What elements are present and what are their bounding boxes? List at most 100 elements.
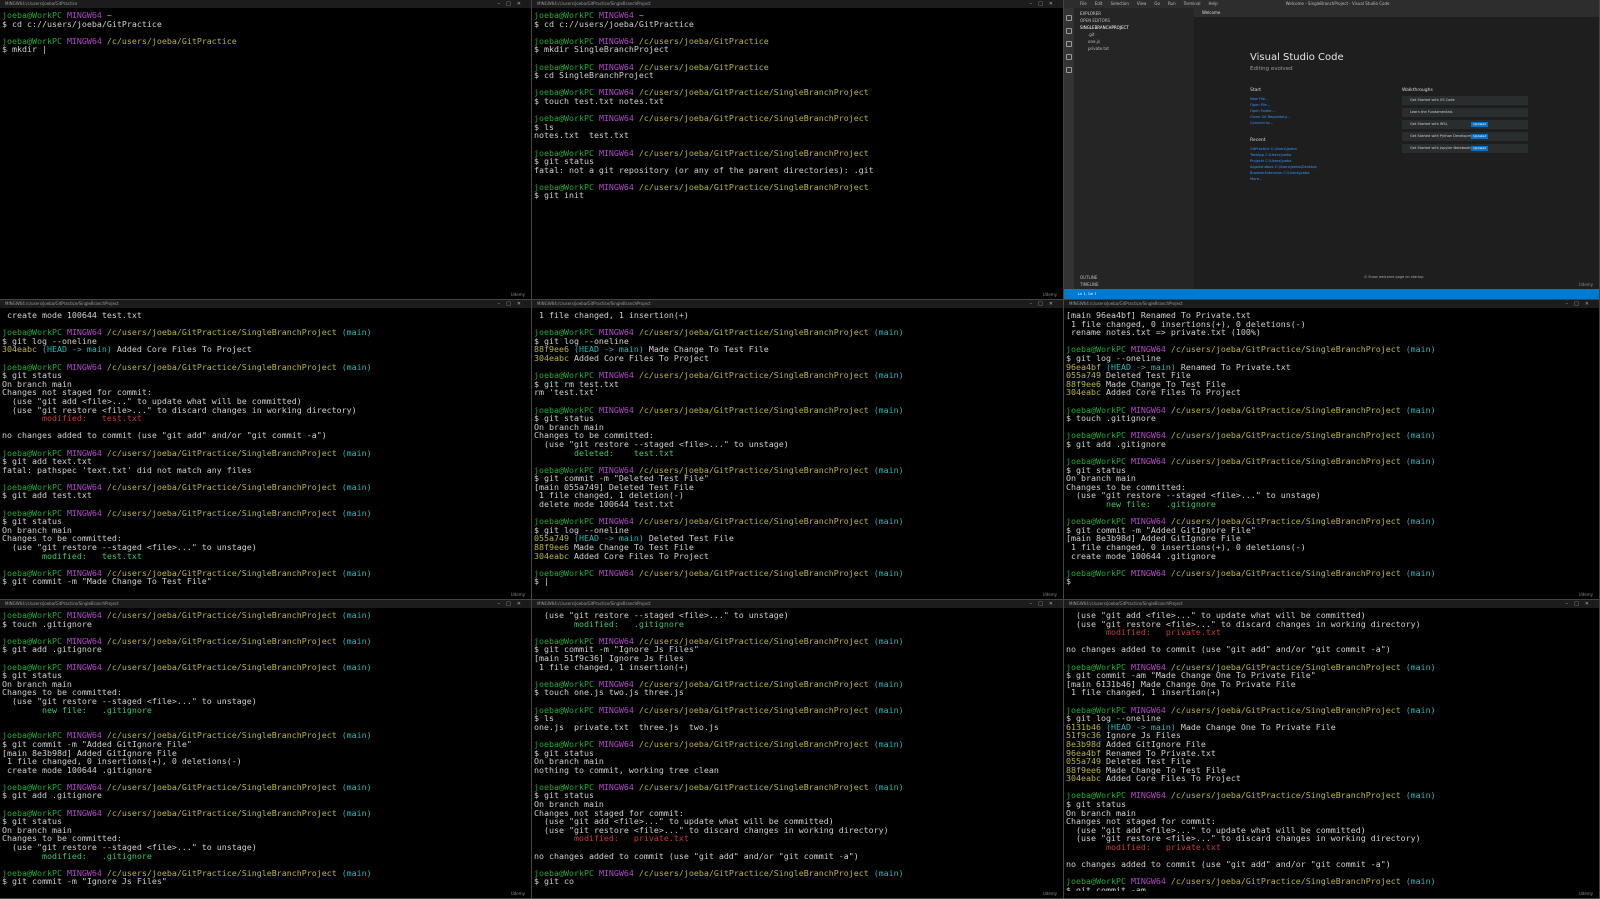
terminal-window-9[interactable]: MINGW64:/c/users/joeba/GitPractice/Singl… — [1064, 600, 1600, 899]
terminal-titlebar[interactable]: MINGW64:/c/users/joeba/GitPractice –□✕ — [0, 0, 531, 8]
window-title: MINGW64:/c/users/joeba/GitPractice/Singl… — [5, 601, 119, 606]
window-controls[interactable]: –□✕ — [1030, 300, 1059, 308]
walkthrough-item[interactable]: Get Started with WSL Updated — [1402, 120, 1528, 129]
terminal-output[interactable]: (use "git restore --staged <file>..." to… — [532, 608, 1063, 891]
menu-item-help[interactable]: Help — [1209, 1, 1218, 6]
window-controls[interactable]: –□✕ — [1030, 600, 1059, 608]
file-item[interactable]: private.txt — [1074, 45, 1194, 52]
terminal-text: fatal: pathspec 'text.txt' did not match… — [2, 464, 252, 475]
window-controls[interactable]: –□✕ — [1566, 600, 1595, 608]
recent-more-link[interactable]: More... — [1250, 176, 1317, 182]
terminal-titlebar[interactable]: MINGW64:/c/users/joeba/GitPractice/Singl… — [532, 300, 1063, 308]
terminal-text: no changes added to commit (use "git add… — [534, 850, 859, 861]
outline-section[interactable]: OUTLINE — [1074, 274, 1103, 281]
terminal-text: Made Change One To Private File — [1175, 721, 1336, 732]
extensions-icon[interactable] — [1066, 67, 1072, 73]
status-bar[interactable]: Ln 1, Col 1 — [1064, 289, 1599, 299]
menu-item-view[interactable]: View — [1137, 1, 1147, 6]
explorer-icon[interactable] — [1066, 15, 1072, 21]
search-icon[interactable] — [1066, 28, 1072, 34]
terminal-text: $ cd SingleBranchProject — [534, 70, 654, 81]
project-folder[interactable]: SINGLEBRANCHPROJECT — [1074, 24, 1194, 31]
timeline-section[interactable]: TIMELINE — [1074, 281, 1105, 288]
source-control-icon[interactable] — [1066, 41, 1072, 47]
connect-link[interactable]: Connect to... — [1250, 120, 1290, 126]
terminal-output[interactable]: [main 96ea4bf] Renamed To Private.txt 1 … — [1064, 308, 1599, 592]
terminal-window-1[interactable]: MINGW64:/c/users/joeba/GitPractice –□✕ jo… — [0, 0, 532, 300]
terminal-text: /c/users/joeba/GitPractice/SingleBranchP… — [106, 781, 342, 792]
terminal-line: $ git status — [1066, 465, 1597, 475]
terminal-window-8[interactable]: MINGW64:/c/users/joeba/GitPractice/Singl… — [532, 600, 1064, 899]
terminal-text: (main) — [873, 567, 904, 578]
activity-bar[interactable] — [1064, 8, 1074, 289]
terminal-titlebar[interactable]: MINGW64:/c/users/joeba/GitPractice/Singl… — [0, 600, 531, 608]
window-controls[interactable]: –□✕ — [498, 300, 527, 308]
file-item[interactable]: one.js — [1074, 38, 1194, 45]
terminal-output[interactable]: joeba@WorkPC MINGW64 ~ $ cd c://users/joe… — [532, 8, 1063, 292]
terminal-output[interactable]: create mode 100644 test.txt joeba@WorkPC … — [0, 308, 531, 592]
walkthrough-item[interactable]: Get Started with Jupyter Notebooks Update… — [1402, 144, 1528, 153]
terminal-line: new file: .gitignore — [2, 705, 529, 715]
walkthroughs-section: Walkthroughs Get Started with VS Code Le… — [1402, 88, 1528, 156]
vscode-window[interactable]: File Edit Selection View Go Run Terminal Help We… — [1064, 0, 1600, 300]
terminal-line: no changes added to commit (use "git add… — [2, 431, 529, 440]
terminal-text: (main) — [341, 781, 372, 792]
explorer-sidebar[interactable]: EXPLORER OPEN EDITORS SINGLEBRANCHPROJEC… — [1074, 8, 1194, 289]
menu-item-go[interactable]: Go — [1154, 1, 1160, 6]
terminal-output[interactable]: joeba@WorkPC MINGW64 /c/users/joeba/GitP… — [0, 608, 531, 891]
terminal-output[interactable]: joeba@WorkPC MINGW64 ~ $ cd c://users/joe… — [0, 8, 531, 292]
terminal-window-4[interactable]: MINGW64:/c/users/joeba/GitPractice/Singl… — [0, 300, 532, 600]
terminal-line: $ touch one.js two.js three.js — [534, 688, 1061, 697]
menu-item-edit[interactable]: Edit — [1095, 1, 1103, 6]
window-controls[interactable]: –□✕ — [1030, 0, 1059, 8]
terminal-titlebar[interactable]: MINGW64:/c/users/joeba/GitPractice/Singl… — [532, 600, 1063, 608]
tab-welcome[interactable]: Welcome — [1194, 8, 1599, 17]
terminal-text: (main) — [873, 327, 904, 338]
terminal-text: $ git add .gitignore — [2, 790, 102, 801]
terminal-line: joeba@WorkPC MINGW64 /c/users/joeba/GitP… — [2, 662, 529, 672]
terminal-window-2[interactable]: MINGW64:/c/users/joeba/GitPractice/Singl… — [532, 0, 1064, 300]
menu-item-run[interactable]: Run — [1168, 1, 1176, 6]
terminal-text: 304eabc — [1066, 773, 1106, 784]
terminal-output[interactable]: (use "git add <file>..." to update what … — [1064, 608, 1599, 891]
startup-checkbox[interactable]: ☑ Show welcome page on startup — [1364, 275, 1423, 279]
welcome-title: Visual Studio Code — [1250, 52, 1344, 63]
menu-item-terminal[interactable]: Terminal — [1184, 1, 1201, 6]
walkthrough-item[interactable]: Get Started with VS Code — [1402, 96, 1528, 105]
terminal-text: (main) — [873, 867, 904, 878]
terminal-line: $ git status — [534, 748, 1061, 758]
terminal-text: MINGW64 — [66, 35, 107, 46]
terminal-window-7[interactable]: MINGW64:/c/users/joeba/GitPractice/Singl… — [0, 600, 532, 899]
terminal-text: notes.txt test.txt — [534, 130, 629, 141]
window-controls[interactable]: –□✕ — [498, 600, 527, 608]
terminal-line: joeba@WorkPC MINGW64 /c/users/joeba/GitP… — [534, 405, 1061, 415]
terminal-window-6[interactable]: MINGW64:/c/users/joeba/GitPractice/Singl… — [1064, 300, 1600, 600]
vscode-menubar[interactable]: File Edit Selection View Go Run Terminal Help We… — [1064, 0, 1599, 8]
terminal-titlebar[interactable]: MINGW64:/c/users/joeba/GitPractice/Singl… — [1064, 600, 1599, 608]
walkthrough-item[interactable]: Get Started with Python Development Updat… — [1402, 132, 1528, 141]
terminal-titlebar[interactable]: MINGW64:/c/users/joeba/GitPractice/Singl… — [532, 0, 1063, 8]
terminal-text: /c/users/joeba/GitPractice/SingleBranchP… — [106, 635, 342, 646]
window-controls[interactable]: –□✕ — [498, 0, 527, 8]
terminal-text: $ git add .gitignore — [1066, 438, 1166, 449]
terminal-line: $ cd SingleBranchProject — [534, 71, 1061, 80]
terminal-line: $ git status — [1066, 800, 1597, 809]
file-item[interactable]: .git — [1074, 31, 1194, 38]
menu-item-file[interactable]: File — [1080, 1, 1087, 6]
open-editors-section[interactable]: OPEN EDITORS — [1074, 17, 1194, 24]
run-debug-icon[interactable] — [1066, 54, 1072, 60]
terminal-line: 304eabc (HEAD -> main) Added Core Files … — [2, 345, 529, 354]
terminal-text: /c/users/joeba/GitPractice/SingleBranchP… — [106, 361, 342, 372]
terminal-line: modified: .gitignore — [2, 851, 529, 861]
terminal-titlebar[interactable]: MINGW64:/c/users/joeba/GitPractice/Singl… — [1064, 300, 1599, 308]
terminal-window-5[interactable]: MINGW64:/c/users/joeba/GitPractice/Singl… — [532, 300, 1064, 600]
window-controls[interactable]: –□✕ — [1566, 300, 1595, 308]
walkthrough-item[interactable]: Learn the Fundamentals — [1402, 108, 1528, 117]
terminal-text: Added Core Files To Project — [573, 550, 709, 561]
menu-item-selection[interactable]: Selection — [1110, 1, 1128, 6]
terminal-output[interactable]: 1 file changed, 1 insertion(+) joeba@Work… — [532, 308, 1063, 592]
terminal-titlebar[interactable]: MINGW64:/c/users/joeba/GitPractice/Singl… — [0, 300, 531, 308]
terminal-text: /c/users/joeba/GitPractice/SingleBranchP… — [638, 516, 874, 527]
terminal-text: $ | — [534, 576, 549, 587]
terminal-line: $ git commit -m "Made Change To Test Fil… — [2, 577, 529, 586]
